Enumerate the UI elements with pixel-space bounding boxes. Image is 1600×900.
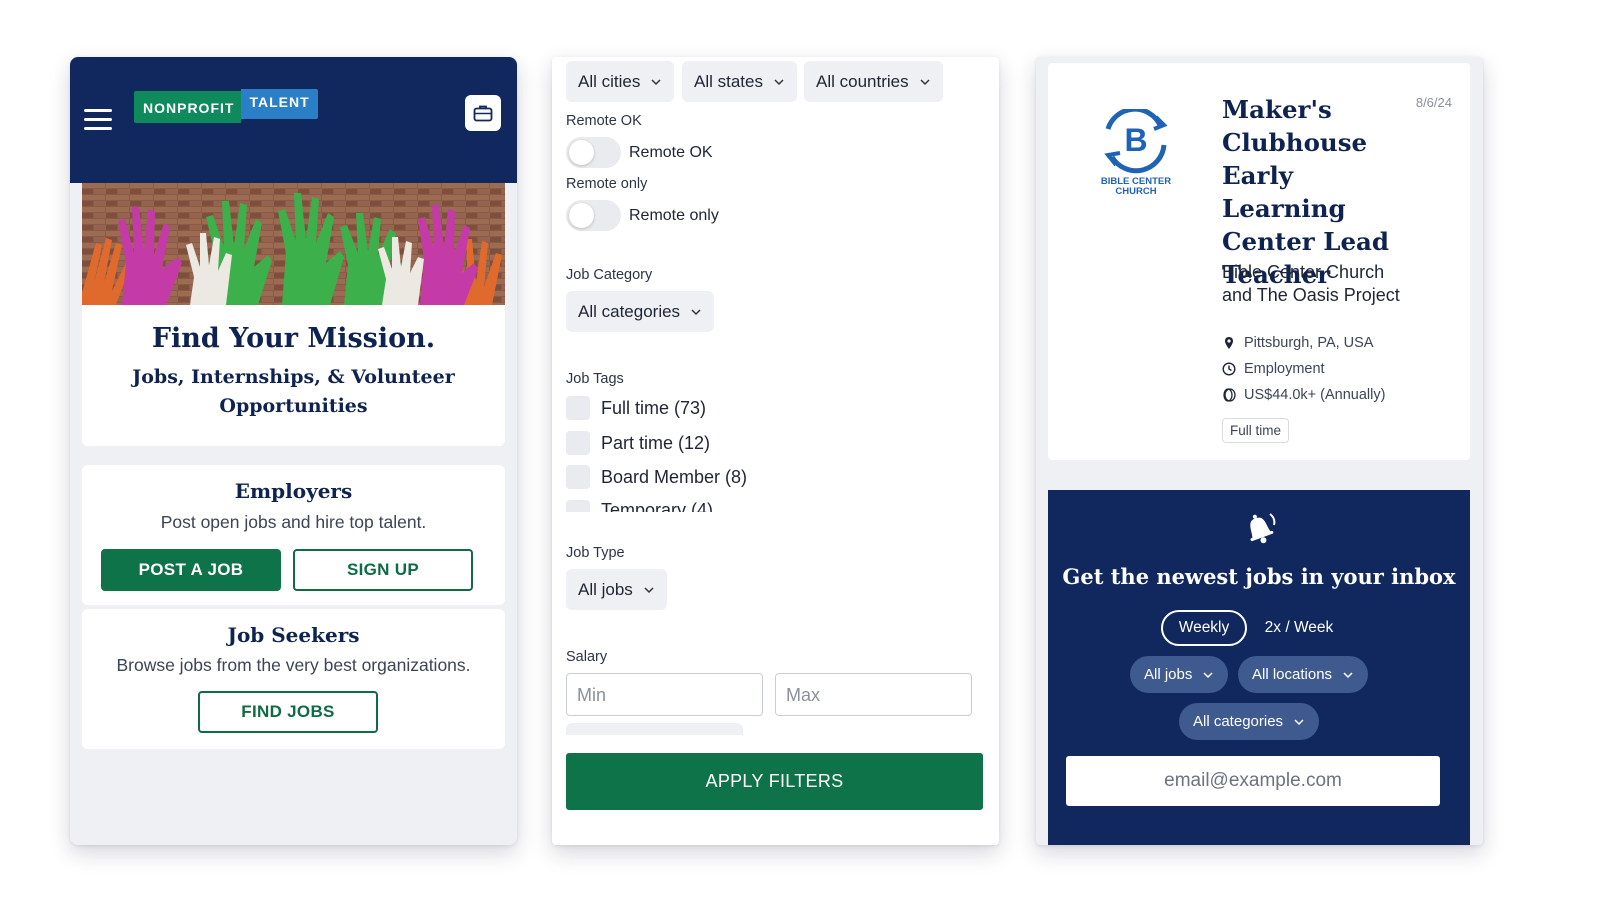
coin-icon [1223, 388, 1236, 402]
salary-label: Salary [566, 649, 608, 665]
chevron-down-icon [920, 78, 930, 85]
clock-icon [1222, 362, 1236, 376]
tag-checkbox-row[interactable]: Part time (12) [566, 431, 710, 455]
tag-checkbox-row[interactable]: Board Member (8) [566, 465, 747, 489]
map-pin-icon [1225, 337, 1233, 349]
frequency-weekly-option[interactable]: Weekly [1161, 610, 1247, 646]
job-salary-text: US$44.0k+ (Annually) [1244, 387, 1386, 403]
city-select-value: All cities [578, 71, 641, 91]
alert-locations-select-value: All locations [1252, 666, 1333, 683]
alert-categories-select-value: All categories [1193, 713, 1284, 730]
job-seekers-text: Browse jobs from the very best organizat… [116, 655, 471, 675]
jobs-button[interactable] [465, 95, 501, 131]
checkbox[interactable] [566, 500, 590, 512]
employers-card: Employers Post open jobs and hire top ta… [82, 465, 505, 605]
chevron-down-icon [1294, 718, 1304, 725]
job-detail-panel: B BIBLE CENTER CHURCH 8/6/24 Maker's Clu… [1036, 57, 1483, 845]
job-location-text: Pittsburgh, PA, USA [1244, 335, 1374, 351]
hero-subtitle: Jobs, Internships, & Volunteer Opportuni… [132, 366, 455, 417]
job-tags-label: Job Tags [566, 371, 624, 387]
filters-panel: All cities All states All countries Remo… [552, 57, 999, 845]
job-type-select[interactable]: All jobs [566, 569, 667, 610]
remote-only-toggle-label: Remote only [629, 207, 719, 224]
hero-card: Find Your Mission. Jobs, Internships, & … [82, 183, 505, 446]
bell-icon [1250, 513, 1276, 544]
job-type-select-value: All jobs [578, 579, 633, 599]
chevron-down-icon [1343, 671, 1353, 678]
job-category-label: Job Category [566, 267, 653, 283]
post-job-button[interactable]: POST A JOB [101, 549, 281, 591]
remote-only-label: Remote only [566, 176, 648, 192]
home-panel: NONPROFIT TALENT Find Your Mission. Jobs… [70, 57, 517, 845]
chevron-down-icon [1203, 671, 1213, 678]
job-card: B BIBLE CENTER CHURCH 8/6/24 Maker's Clu… [1048, 63, 1470, 460]
org-logo-letter: B [1124, 122, 1147, 158]
alert-jobs-select-value: All jobs [1144, 666, 1193, 683]
category-select-value: All categories [578, 301, 681, 321]
state-select-value: All states [694, 71, 763, 91]
salary-slider-track[interactable] [566, 723, 743, 735]
remote-ok-toggle-label: Remote OK [629, 144, 713, 161]
job-tag[interactable]: Full time [1222, 418, 1290, 443]
chevron-down-icon [774, 78, 784, 85]
country-select[interactable]: All countries [804, 61, 943, 102]
job-organization: Bible Center Church and The Oasis Projec… [1222, 262, 1400, 305]
category-select[interactable]: All categories [566, 291, 715, 332]
tag-checkbox-label: Full time (73) [601, 397, 707, 418]
alert-locations-select[interactable]: All locations [1238, 656, 1369, 693]
chevron-down-icon [691, 308, 701, 315]
job-alert-card: Get the newest jobs in your inbox Weekly… [1048, 490, 1470, 845]
checkbox[interactable] [566, 396, 590, 420]
tag-checkbox-label: Board Member (8) [601, 466, 748, 487]
job-alert-title: Get the newest jobs in your inbox [1062, 564, 1456, 589]
apply-filters-button[interactable]: APPLY FILTERS [566, 753, 983, 810]
remote-ok-label: Remote OK [566, 113, 642, 129]
org-logo: B BIBLE CENTER CHURCH [1086, 106, 1186, 199]
salary-max-input[interactable]: Max [775, 673, 972, 716]
tag-checkbox-label: Temporary (4) [601, 500, 714, 512]
state-select[interactable]: All states [682, 61, 797, 102]
email-field[interactable]: email@example.com [1066, 756, 1440, 806]
job-type-text: Employment [1244, 361, 1325, 377]
employers-text: Post open jobs and hire top talent. [160, 512, 427, 532]
alert-categories-select[interactable]: All categories [1179, 703, 1320, 740]
job-type: Employment [1222, 361, 1325, 377]
job-type-label: Job Type [566, 545, 625, 561]
logo-nonprofit: NONPROFIT [134, 91, 242, 123]
find-jobs-button[interactable]: FIND JOBS [198, 691, 378, 733]
remote-ok-toggle[interactable] [566, 137, 621, 168]
sign-up-button[interactable]: SIGN UP [293, 549, 473, 591]
checkbox[interactable] [566, 431, 590, 455]
chevron-down-icon [644, 586, 654, 593]
job-location: Pittsburgh, PA, USA [1222, 335, 1373, 351]
city-select[interactable]: All cities [566, 61, 675, 102]
salary-min-input[interactable]: Min [566, 673, 763, 716]
site-header: NONPROFIT TALENT [70, 57, 517, 183]
briefcase-icon [473, 105, 493, 122]
tag-checkbox-row[interactable]: Full time (73) [566, 396, 706, 420]
hero-title: Find Your Mission. [151, 323, 436, 354]
job-seekers-title: Job Seekers [227, 623, 360, 647]
hamburger-menu-icon[interactable] [84, 109, 112, 130]
org-logo-text: BIBLE CENTER CHURCH [1100, 176, 1172, 197]
employers-title: Employers [234, 479, 353, 503]
job-seekers-card: Job Seekers Browse jobs from the very be… [82, 609, 505, 749]
tag-checkbox-row[interactable]: Temporary (4) [566, 500, 713, 512]
checkbox[interactable] [566, 465, 590, 489]
job-salary: US$44.0k+ (Annually) [1222, 387, 1385, 403]
hero-image [82, 183, 505, 305]
tag-checkbox-label: Part time (12) [601, 432, 711, 453]
site-logo[interactable]: NONPROFIT TALENT [134, 89, 318, 123]
country-select-value: All countries [816, 71, 909, 91]
chevron-down-icon [651, 78, 661, 85]
logo-talent: TALENT [241, 89, 318, 119]
remote-only-toggle[interactable] [566, 200, 621, 231]
frequency-twice-weekly-option[interactable]: 2x / Week [1258, 610, 1340, 646]
alert-jobs-select[interactable]: All jobs [1130, 656, 1229, 693]
